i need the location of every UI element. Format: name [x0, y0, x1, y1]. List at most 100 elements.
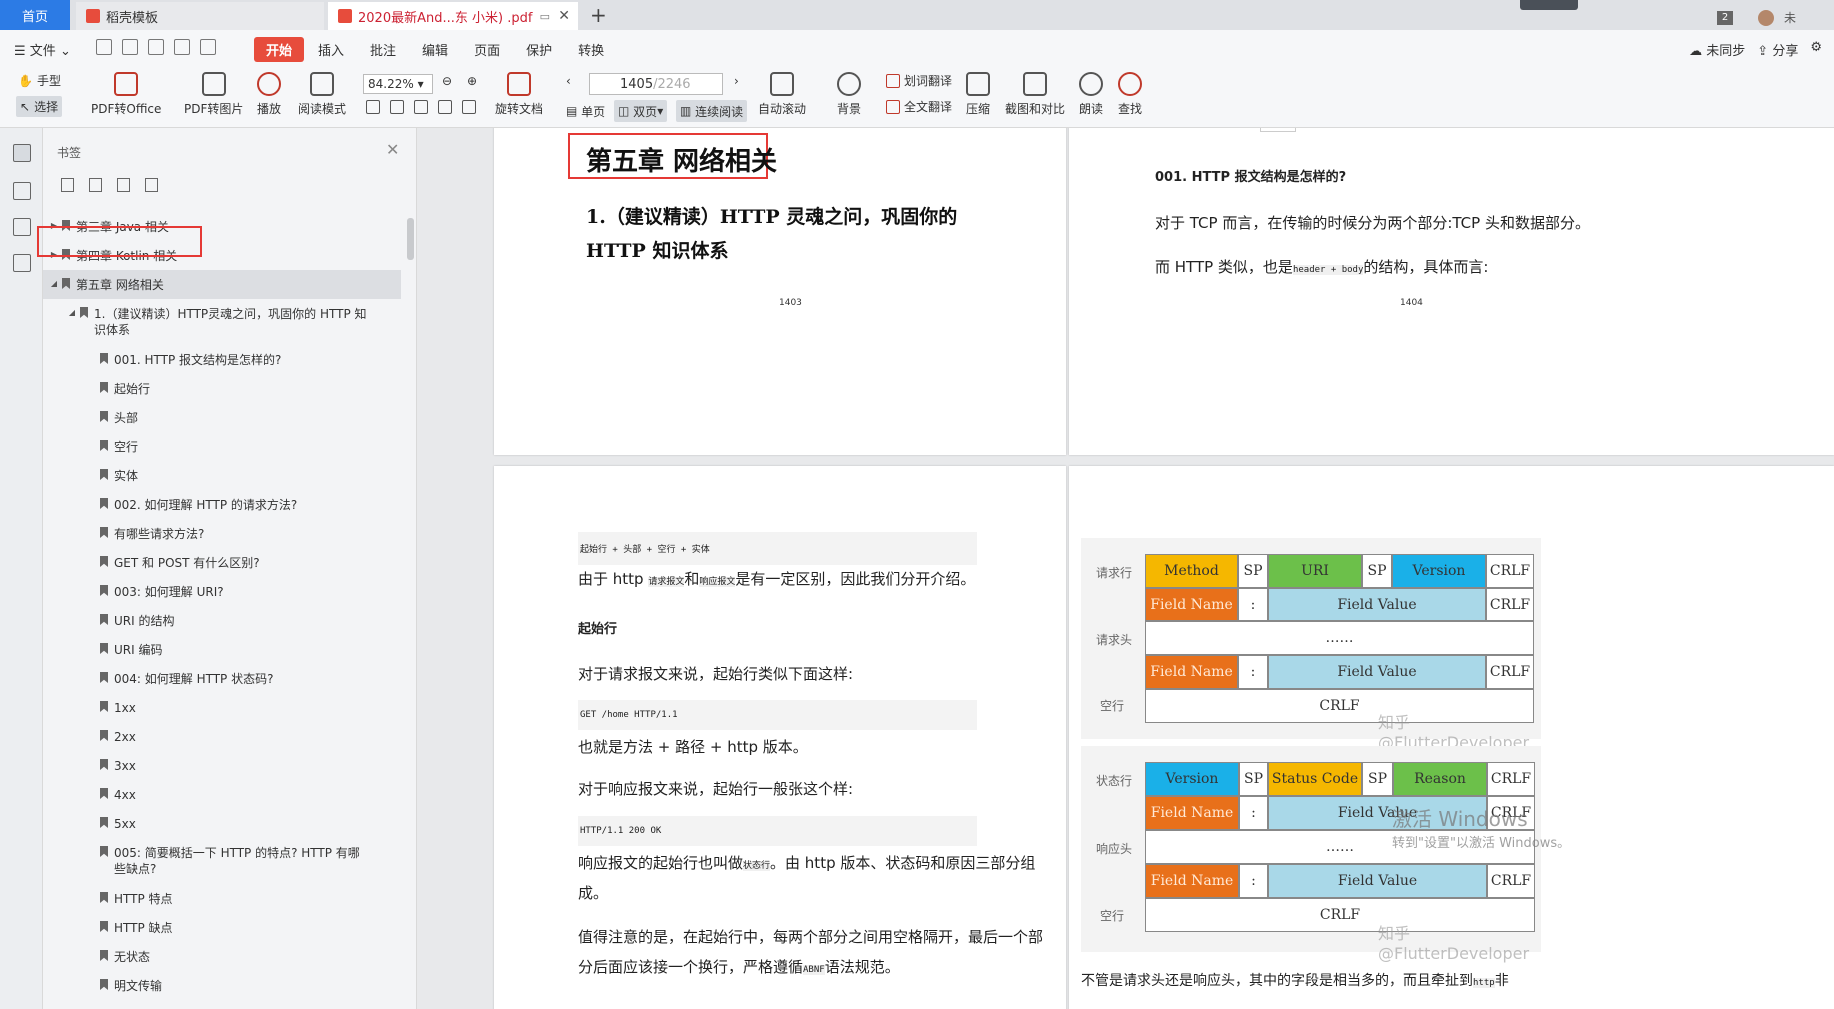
- zoom-in-button[interactable]: ⊕: [467, 74, 477, 88]
- rotate-right-icon[interactable]: [462, 100, 476, 114]
- bookmark-item[interactable]: 实体: [43, 461, 401, 490]
- bookmark-item[interactable]: 空行: [43, 432, 401, 461]
- find-button[interactable]: 查找: [1118, 72, 1142, 117]
- actual-size-icon[interactable]: [366, 100, 380, 114]
- cell-crlf: CRLF: [1486, 655, 1534, 689]
- bookmark-item[interactable]: 头部: [43, 403, 401, 432]
- expand-arrow-icon[interactable]: ◢: [49, 277, 59, 288]
- bookmark-item[interactable]: 明文传输: [43, 971, 401, 1000]
- window-count-badge[interactable]: 2: [1717, 11, 1733, 25]
- page-number-input[interactable]: 1405/2246: [589, 73, 723, 95]
- compress-button[interactable]: 压缩: [966, 72, 990, 117]
- bookmark-item[interactable]: 001. HTTP 报文结构是怎样的?: [43, 345, 401, 374]
- play-button[interactable]: 播放: [257, 72, 281, 117]
- panel-scrollbar[interactable]: [407, 218, 414, 260]
- prev-page-button[interactable]: ‹: [566, 74, 571, 88]
- paragraph: 对于请求报文来说，起始行类似下面这样:: [578, 665, 854, 683]
- bookmark-item[interactable]: 有哪些请求方法?: [43, 519, 401, 548]
- bookmark-panel-icon[interactable]: [13, 144, 31, 162]
- bookmark-item[interactable]: 5xx: [43, 809, 401, 838]
- bookmark-item[interactable]: 无状态: [43, 942, 401, 971]
- new-tab-button[interactable]: +: [590, 3, 607, 27]
- expand-arrow-icon[interactable]: ◢: [67, 306, 77, 317]
- bookmark-icon[interactable]: [117, 178, 130, 192]
- subheading: 001. HTTP 报文结构是怎样的?: [1155, 170, 1347, 185]
- double-page-button[interactable]: ◫ 双页 ▾: [614, 100, 668, 122]
- bookmark-label: 3xx: [114, 759, 136, 773]
- bookmark-item[interactable]: 003: 如何理解 URI?: [43, 577, 401, 606]
- background-button[interactable]: 背景: [837, 72, 861, 117]
- next-page-button[interactable]: ›: [734, 74, 739, 88]
- print-icon[interactable]: [148, 39, 164, 55]
- sync-button[interactable]: ☁ 未同步: [1689, 40, 1745, 59]
- remove-bookmark-icon[interactable]: [89, 178, 102, 192]
- fit-width-icon[interactable]: [414, 100, 428, 114]
- bookmark-item[interactable]: ◢ 1.（建议精读）HTTP灵魂之问，巩固你的 HTTP 知识体系: [43, 299, 401, 345]
- bookmark-item[interactable]: 002. 如何理解 HTTP 的请求方法?: [43, 490, 401, 519]
- select-tool[interactable]: ↖ 选择: [16, 96, 63, 117]
- thumbnail-icon[interactable]: [13, 182, 31, 200]
- bookmark-item[interactable]: 4xx: [43, 780, 401, 809]
- menu-insert[interactable]: 插入: [306, 37, 356, 62]
- bookmark-item[interactable]: URI 编码: [43, 635, 401, 664]
- undo-icon[interactable]: [174, 39, 190, 55]
- open-icon[interactable]: [96, 39, 112, 55]
- bookmark-item[interactable]: HTTP 特点: [43, 884, 401, 913]
- bookmark-item[interactable]: GET 和 POST 有什么区别?: [43, 548, 401, 577]
- read-mode-button[interactable]: 阅读模式: [298, 72, 346, 117]
- pdf-to-office-button[interactable]: PDF转Office: [91, 72, 161, 117]
- menu-page[interactable]: 页面: [462, 37, 512, 62]
- screenshot-compare-button[interactable]: 截图和对比: [1005, 72, 1065, 117]
- bookmark-item[interactable]: 起始行: [43, 374, 401, 403]
- redo-icon[interactable]: [200, 39, 216, 55]
- bookmark-outline-icon[interactable]: [145, 178, 158, 192]
- bookmark-item[interactable]: 3xx: [43, 751, 401, 780]
- pdf-to-image-button[interactable]: PDF转图片: [184, 72, 243, 117]
- rotate-left-icon[interactable]: [438, 100, 452, 114]
- cell-crlf: CRLF: [1486, 554, 1534, 588]
- zoom-out-button[interactable]: ⊖: [442, 74, 452, 88]
- bookmark-label: URI 编码: [114, 643, 163, 657]
- auto-scroll-button[interactable]: 自动滚动: [758, 72, 806, 117]
- continuous-read-button[interactable]: ▥ 连续阅读: [676, 100, 748, 122]
- tab-pdf[interactable]: 2020最新And...东 小米) .pdf ▭ ✕: [328, 2, 578, 30]
- zoom-select[interactable]: 84.22% ▾: [363, 74, 433, 94]
- share-button[interactable]: ⇪ 分享: [1757, 40, 1798, 59]
- tab-home[interactable]: 首页: [0, 0, 70, 30]
- single-page-button[interactable]: ▤ 单页: [562, 100, 609, 122]
- save-icon[interactable]: [122, 39, 138, 55]
- tab-docer[interactable]: 稻壳模板: [76, 2, 324, 30]
- file-menu[interactable]: ☰ 文件 ⌄: [14, 40, 71, 59]
- bookmark-item[interactable]: 005: 简要概括一下 HTTP 的特点? HTTP 有哪些缺点?: [43, 838, 401, 884]
- bookmark-item[interactable]: URI 的结构: [43, 606, 401, 635]
- settings-icon[interactable]: ⚙: [1810, 40, 1822, 59]
- bookmark-item[interactable]: 2xx: [43, 722, 401, 751]
- rotate-doc-button[interactable]: 旋转文档: [495, 72, 543, 117]
- fit-page-icon[interactable]: [390, 100, 404, 114]
- window-control[interactable]: [1520, 0, 1578, 10]
- menu-convert[interactable]: 转换: [566, 37, 616, 62]
- bookmark-item[interactable]: HTTP 缺点: [43, 913, 401, 942]
- cell-crlf: CRLF: [1486, 588, 1534, 621]
- word-translate-button[interactable]: 划词翻译: [886, 72, 952, 89]
- menu-annotate[interactable]: 批注: [358, 37, 408, 62]
- attachment-icon[interactable]: [13, 218, 31, 236]
- menu-protect[interactable]: 保护: [514, 37, 564, 62]
- pin-icon[interactable]: ▭: [540, 10, 550, 23]
- close-icon[interactable]: ✕: [386, 140, 399, 159]
- bookmark-item[interactable]: ◢ 第五章 网络相关: [43, 270, 401, 299]
- avatar[interactable]: [1758, 10, 1774, 26]
- close-icon[interactable]: ✕: [558, 8, 570, 24]
- menu-start[interactable]: 开始: [254, 37, 305, 62]
- add-bookmark-icon[interactable]: [61, 178, 74, 192]
- signature-icon[interactable]: [13, 254, 31, 272]
- menu-edit[interactable]: 编辑: [410, 37, 460, 62]
- hand-tool[interactable]: ✋ 手型: [18, 72, 61, 89]
- read-aloud-button[interactable]: 朗读: [1079, 72, 1103, 117]
- full-translate-button[interactable]: 全文翻译: [886, 98, 952, 115]
- bookmark-item[interactable]: 004: 如何理解 HTTP 状态码?: [43, 664, 401, 693]
- bookmark-item[interactable]: 1xx: [43, 693, 401, 722]
- user-name[interactable]: 未: [1784, 9, 1796, 26]
